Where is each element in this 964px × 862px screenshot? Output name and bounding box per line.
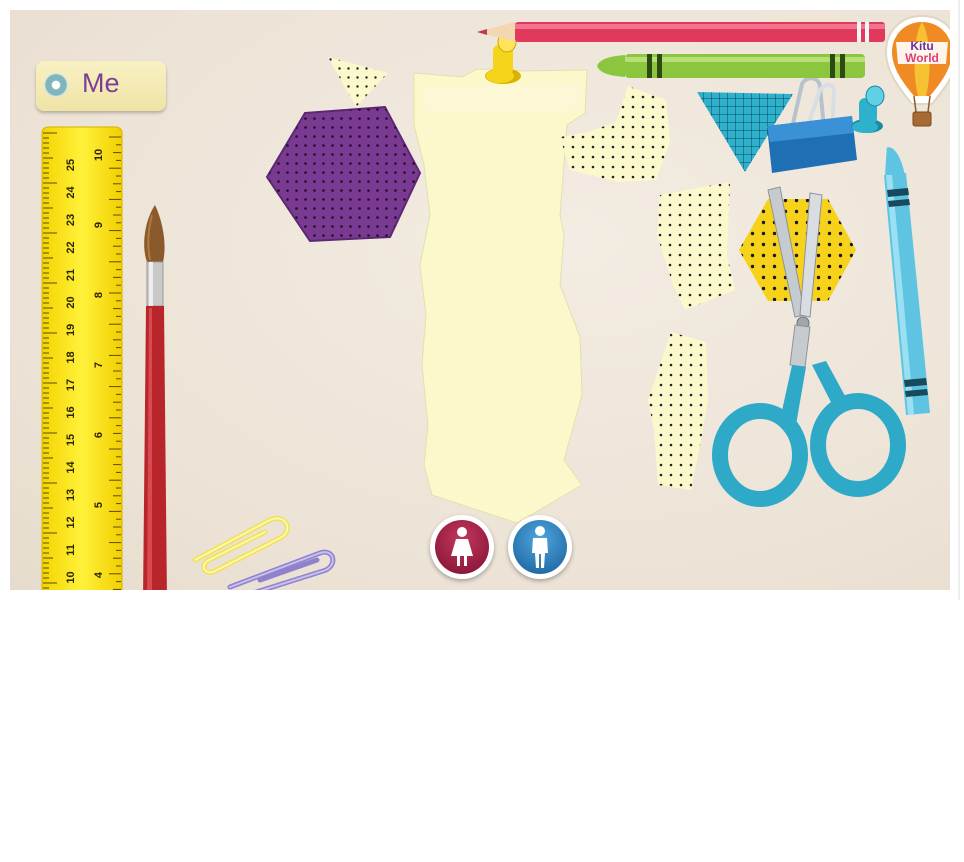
ruler-cm-label: 19 <box>65 324 77 336</box>
ruler-cm-label: 20 <box>65 296 77 308</box>
paper-scrap-top[interactable] <box>558 82 673 187</box>
paper-triangle-piece[interactable] <box>326 55 391 110</box>
ruler-cm-label: 14 <box>65 461 77 474</box>
ruler-inch-label: 9 <box>93 222 105 228</box>
profile-me-label: Me <box>82 68 120 98</box>
ruler-inch-label: 4 <box>93 571 105 578</box>
kitu-world-logo[interactable]: Kitu World <box>882 12 950 140</box>
page-edge-divider <box>958 0 960 600</box>
paper-clips <box>192 515 336 590</box>
ruler-cm-label: 17 <box>65 379 77 391</box>
paint-brush[interactable] <box>135 200 175 590</box>
logo-text-world: World <box>905 51 939 65</box>
ruler-cm-label: 22 <box>65 241 77 253</box>
ruler-cm-label: 13 <box>65 489 77 501</box>
female-person-icon <box>451 527 473 566</box>
ruler-inch-label: 8 <box>93 292 105 298</box>
ruler-cm-label: 18 <box>65 351 77 363</box>
ruler-inch-label: 7 <box>93 362 105 368</box>
ruler[interactable]: 25 24 23 22 21 20 19 18 17 16 15 14 13 12 11 10 10 9 8 7 6 5… <box>40 125 130 590</box>
ruler-cm-label: 21 <box>65 269 77 281</box>
blue-crayon[interactable] <box>878 145 938 420</box>
male-gender-button[interactable] <box>508 515 572 579</box>
ruler-cm-label: 25 <box>65 159 77 171</box>
ruler-cm-label: 15 <box>65 434 77 446</box>
red-pencil[interactable] <box>475 18 890 46</box>
paper-scrap-bottom[interactable] <box>646 330 716 495</box>
craft-board: 25 24 23 22 21 20 19 18 17 16 15 14 13 12 11 10 10 9 8 7 6 5… <box>10 10 950 590</box>
male-person-icon <box>532 526 548 568</box>
radio-dot-icon <box>44 73 68 97</box>
purple-hexagon-piece[interactable] <box>265 105 425 245</box>
profile-me-button[interactable]: Me <box>36 61 166 111</box>
ruler-cm-label: 23 <box>65 214 77 226</box>
ruler-cm-label: 24 <box>65 186 77 199</box>
ruler-inch-label: 5 <box>93 502 105 508</box>
ruler-cm-label: 16 <box>65 406 77 418</box>
ruler-cm-label: 12 <box>65 516 77 528</box>
ruler-cm-label: 11 <box>65 544 77 556</box>
ruler-inch-label: 6 <box>93 432 105 438</box>
ruler-cm-label: 10 <box>65 571 77 583</box>
female-gender-button[interactable] <box>430 515 494 579</box>
ruler-inch-label: 10 <box>93 149 105 161</box>
